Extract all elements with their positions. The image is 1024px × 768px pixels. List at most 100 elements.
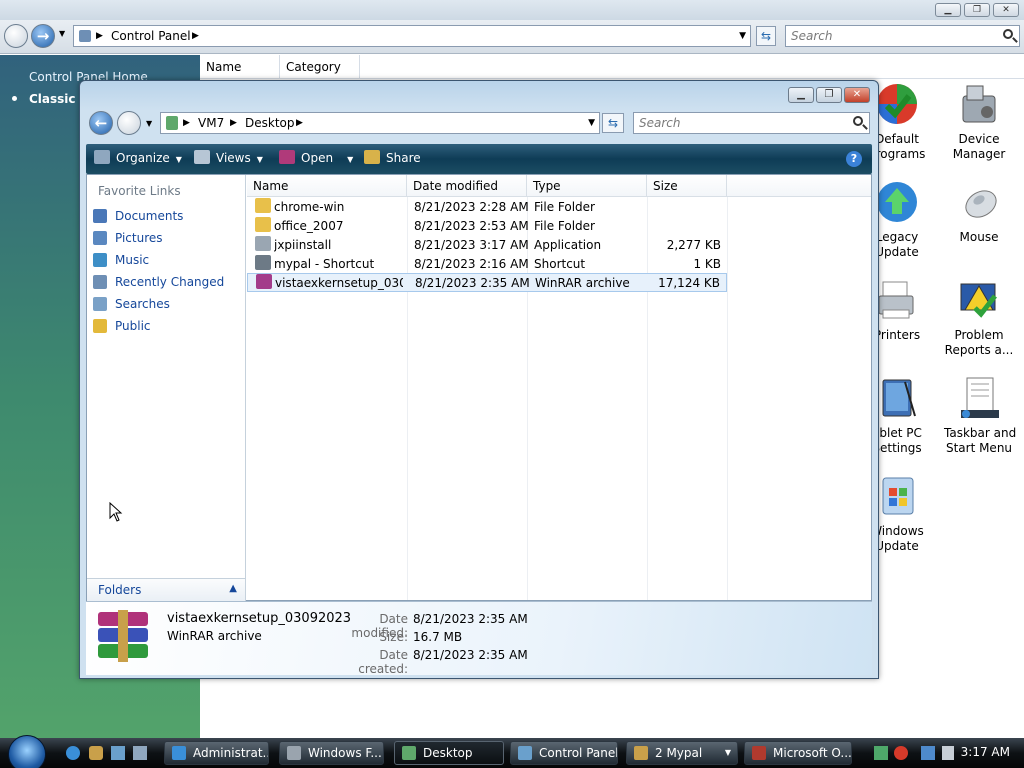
switch-windows-icon[interactable] [133, 746, 147, 760]
search-icon[interactable] [853, 116, 863, 126]
folders-toggle[interactable]: Folders ▲ [87, 578, 245, 602]
address-dropdown-icon[interactable]: ▼ [588, 113, 595, 133]
size-label: Size: [379, 630, 408, 644]
open-button[interactable]: Open ▼ [279, 150, 353, 168]
chevron-right-icon: ▶ [96, 31, 103, 41]
search-input[interactable]: Search [785, 25, 1020, 47]
control-panel-titlebar: ▁ ❐ ✕ [0, 0, 1024, 20]
taskbar-button-administrator[interactable]: Administrat... [164, 741, 269, 765]
help-icon[interactable]: ? [846, 151, 862, 167]
file-date: 8/21/2023 2:28 AM [414, 200, 529, 214]
column-category[interactable]: Category [280, 55, 360, 79]
taskbar-button-desktop[interactable]: Desktop [394, 741, 504, 765]
file-name: office_2007 [274, 219, 344, 233]
forward-button[interactable] [117, 111, 141, 135]
table-row[interactable]: chrome-win 8/21/2023 2:28 AM File Folder [247, 198, 727, 217]
column-name[interactable]: Name [247, 175, 407, 197]
clock[interactable]: 3:17 AM [961, 745, 1010, 759]
column-type[interactable]: Type [527, 175, 647, 197]
table-row[interactable]: office_2007 8/21/2023 2:53 AM File Folde… [247, 217, 727, 236]
favorite-public[interactable]: Public [93, 316, 151, 336]
refresh-icon[interactable]: ⇆ [756, 26, 776, 46]
forward-button[interactable]: → [31, 24, 55, 48]
file-type: WinRAR archive [535, 276, 630, 290]
history-dropdown-icon[interactable]: ▼ [146, 119, 152, 128]
address-dropdown-icon[interactable]: ▼ [739, 26, 746, 46]
tablet-pc-icon [875, 376, 919, 422]
breadcrumb-control-panel[interactable]: Control Panel [111, 26, 191, 46]
share-button[interactable]: Share [364, 150, 421, 166]
volume-tray-icon[interactable] [942, 746, 954, 760]
problem-reports-icon [957, 278, 1001, 324]
search-icon[interactable] [1003, 29, 1013, 39]
organize-button[interactable]: Organize ▼ [94, 150, 182, 168]
folder-icon [255, 198, 271, 213]
back-button[interactable]: ← [89, 111, 113, 135]
documents-icon [93, 209, 107, 223]
table-row-selected[interactable]: vistaexkernsetup_0309... 8/21/2023 2:35 … [247, 273, 727, 292]
show-desktop-icon[interactable] [111, 746, 125, 760]
refresh-icon[interactable]: ⇆ [602, 113, 624, 133]
address-bar[interactable]: ▶ VM7 ▶ Desktop ▶ ▼ [160, 112, 600, 134]
close-button[interactable]: ✕ [993, 3, 1019, 17]
favorite-documents[interactable]: Documents [93, 206, 183, 226]
minimize-button[interactable]: ▁ [788, 87, 814, 103]
taskbar-button-windows-f[interactable]: Windows F... [279, 741, 384, 765]
details-filetype: WinRAR archive [167, 629, 262, 643]
favorite-recently-changed[interactable]: Recently Changed [93, 272, 224, 292]
table-row[interactable]: mypal - Shortcut 8/21/2023 2:16 AM Short… [247, 255, 727, 274]
close-button[interactable]: ✕ [844, 87, 870, 103]
breadcrumb-desktop[interactable]: Desktop [245, 113, 295, 133]
file-type: File Folder [534, 200, 595, 214]
minimize-button[interactable]: ▁ [935, 3, 961, 17]
desktop-icon [166, 116, 178, 130]
device-manager-item[interactable]: Device Manager [944, 82, 1014, 162]
file-name: vistaexkernsetup_0309... [275, 276, 403, 290]
legacy-update-icon [875, 180, 919, 226]
views-button[interactable]: Views ▼ [194, 150, 263, 168]
device-manager-label: Device Manager [952, 132, 1006, 161]
application-icon [255, 236, 271, 251]
problem-reports-label: Problem Reports a... [944, 328, 1014, 357]
taskbar-button-mypal[interactable]: 2 Mypal ▼ [626, 741, 738, 765]
details-filename: vistaexkernsetup_03092023 [167, 611, 352, 626]
start-button[interactable] [8, 735, 46, 768]
explorer-window: ▁ ❐ ✕ ← ▼ ▶ VM7 ▶ Desktop ▶ ▼ ⇆ Search O… [79, 80, 879, 679]
taskbar-start-menu-item[interactable]: Taskbar and Start Menu [944, 376, 1016, 456]
address-bar[interactable]: ▶ Control Panel ▶ ▼ [73, 25, 751, 47]
folder-icon [255, 217, 271, 232]
column-name[interactable]: Name [200, 55, 280, 79]
back-button[interactable] [4, 24, 28, 48]
chevron-right-icon: ▶ [183, 118, 190, 128]
explorer-body: Favorite Links Documents Pictures Music … [86, 174, 872, 602]
window-icon [287, 746, 301, 760]
table-row[interactable]: jxpiinstall 8/21/2023 3:17 AM Applicatio… [247, 236, 727, 255]
column-size[interactable]: Size [647, 175, 727, 197]
taskbar: Administrat... Windows F... Desktop Cont… [0, 735, 1024, 768]
search-input[interactable]: Search [633, 112, 870, 134]
favorite-music[interactable]: Music [93, 250, 149, 270]
winrar-icon [256, 274, 272, 289]
maximize-button[interactable]: ❐ [964, 3, 990, 17]
taskbar-button-microsoft-office[interactable]: Microsoft O... [744, 741, 852, 765]
control-panel-icon [518, 746, 532, 760]
security-tray-icon[interactable] [894, 746, 908, 760]
chevron-right-icon: ▶ [192, 31, 199, 41]
column-date-modified[interactable]: Date modified [407, 175, 527, 197]
mypal-quicklaunch-icon[interactable] [89, 746, 103, 760]
ie-icon [172, 746, 186, 760]
problem-reports-item[interactable]: Problem Reports a... [944, 278, 1014, 358]
history-dropdown-icon[interactable]: ▼ [59, 29, 65, 38]
favorite-pictures[interactable]: Pictures [93, 228, 163, 248]
maximize-button[interactable]: ❐ [816, 87, 842, 103]
details-pane: vistaexkernsetup_03092023 WinRAR archive… [86, 601, 872, 676]
display-tray-icon[interactable] [921, 746, 935, 760]
file-name: jxpiinstall [274, 238, 332, 252]
mouse-item[interactable]: Mouse [944, 180, 1014, 245]
favorite-searches[interactable]: Searches [93, 294, 170, 314]
chevron-down-icon: ▼ [256, 155, 263, 164]
network-tray-icon[interactable] [874, 746, 888, 760]
ie-quicklaunch-icon[interactable] [66, 746, 80, 760]
breadcrumb-vm7[interactable]: VM7 [198, 113, 224, 133]
taskbar-button-control-panel[interactable]: Control Panel [510, 741, 618, 765]
